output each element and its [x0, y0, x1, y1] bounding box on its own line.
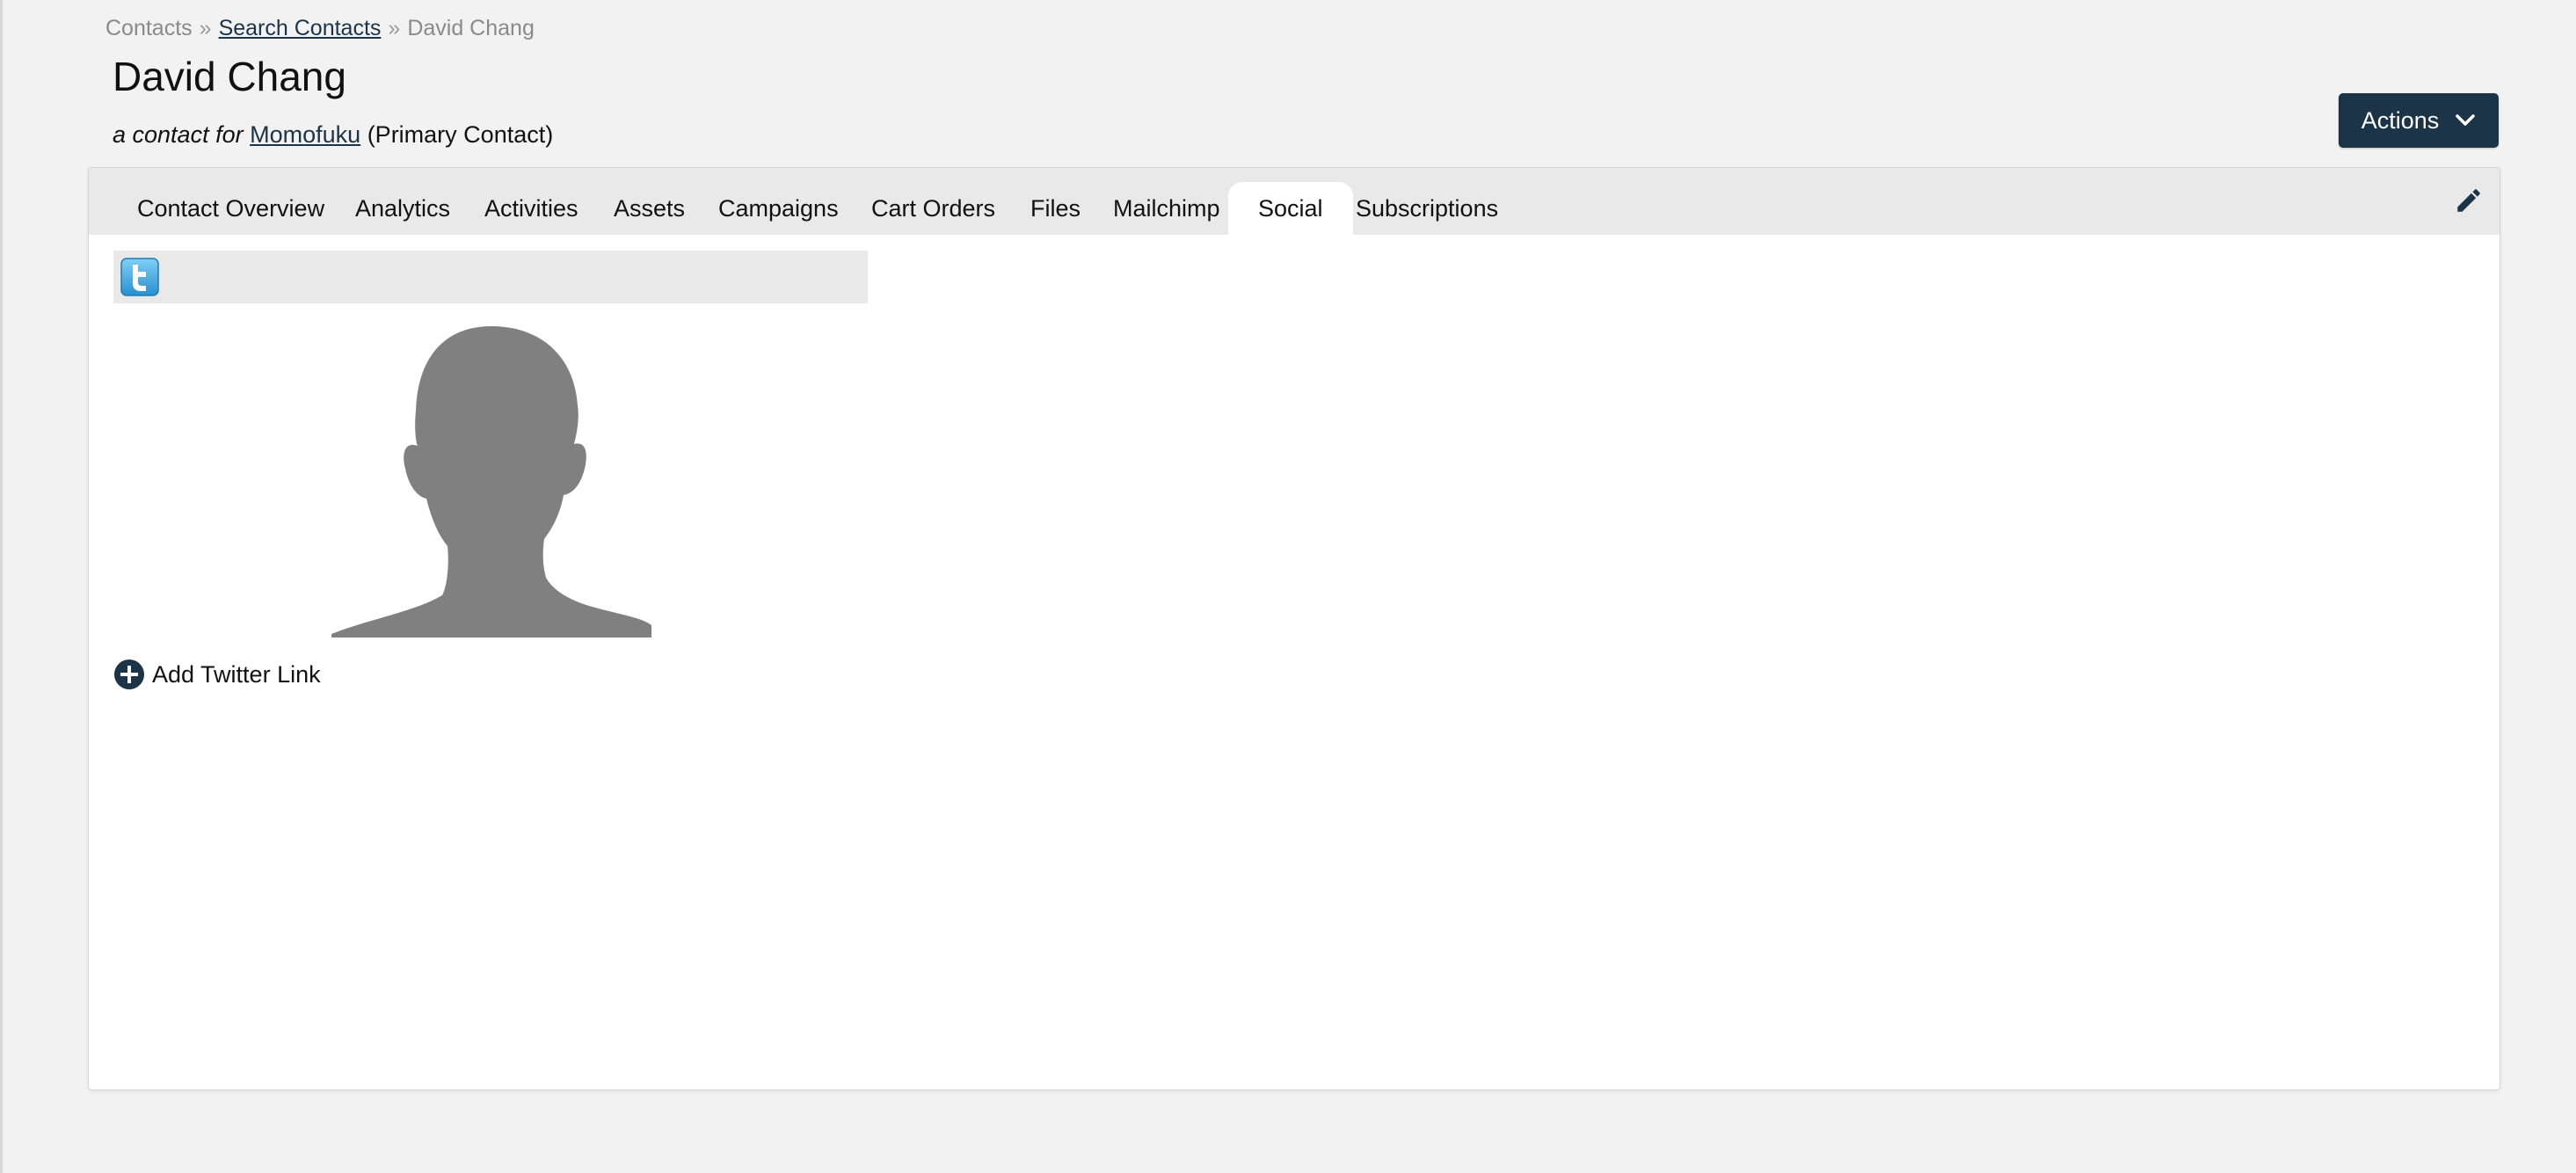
actions-button[interactable]: Actions	[2339, 93, 2499, 148]
chevron-down-icon	[2456, 114, 2476, 126]
breadcrumb-search-contacts-link[interactable]: Search Contacts	[219, 16, 382, 40]
contact-role: (Primary Contact)	[367, 121, 554, 148]
window-edge	[0, 0, 3, 1173]
tab-bar: Contact Overview Analytics Activities As…	[89, 168, 2500, 235]
twitter-header-bar	[113, 251, 868, 303]
breadcrumb-contacts: Contacts	[106, 16, 193, 40]
add-twitter-link-button[interactable]: Add Twitter Link	[113, 659, 321, 690]
tab-campaigns[interactable]: Campaigns	[718, 182, 839, 235]
page-title: David Chang	[113, 54, 346, 99]
tab-cart-orders[interactable]: Cart Orders	[871, 182, 995, 235]
add-twitter-link-label: Add Twitter Link	[152, 660, 321, 688]
breadcrumb: Contacts» Search Contacts» David Chang	[106, 16, 535, 41]
contact-panel: Contact Overview Analytics Activities As…	[88, 167, 2500, 1090]
breadcrumb-current: David Chang	[407, 16, 535, 40]
tab-analytics[interactable]: Analytics	[355, 182, 450, 235]
tab-activities[interactable]: Activities	[484, 182, 579, 235]
tab-assets[interactable]: Assets	[614, 182, 685, 235]
subtitle-prefix: a contact for	[113, 121, 244, 148]
plus-circle-icon	[114, 659, 144, 689]
person-silhouette-icon	[331, 326, 651, 638]
company-link[interactable]: Momofuku	[250, 121, 360, 148]
tab-subscriptions[interactable]: Subscriptions	[1356, 182, 1498, 235]
tab-contact-overview[interactable]: Contact Overview	[137, 182, 324, 235]
tab-mailchimp[interactable]: Mailchimp	[1113, 182, 1220, 235]
twitter-icon	[120, 258, 159, 296]
breadcrumb-separator: »	[199, 16, 212, 40]
tab-social[interactable]: Social	[1228, 182, 1353, 235]
pencil-icon[interactable]	[2454, 186, 2484, 215]
actions-label: Actions	[2361, 106, 2440, 134]
tab-files[interactable]: Files	[1030, 182, 1081, 235]
contact-subtitle: a contact for Momofuku (Primary Contact)	[113, 121, 553, 149]
breadcrumb-separator: »	[388, 16, 401, 40]
